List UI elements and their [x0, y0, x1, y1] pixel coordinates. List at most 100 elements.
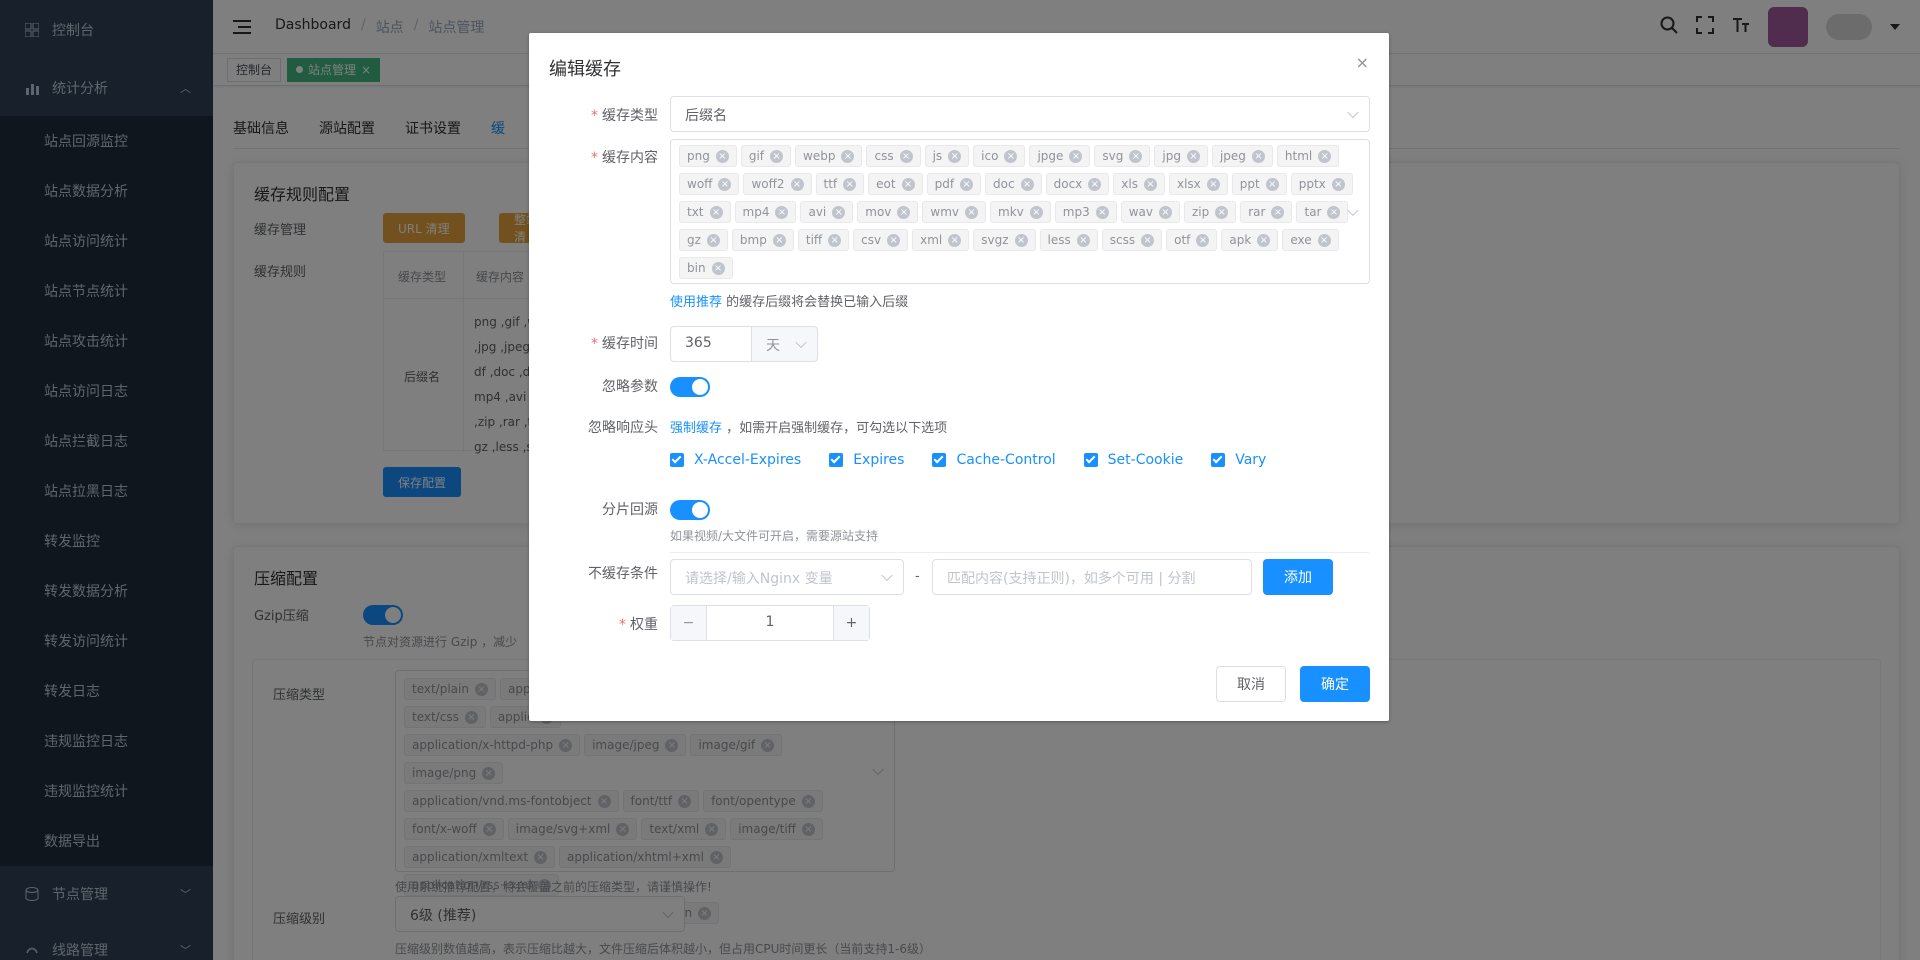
tag-close-icon[interactable]: × — [1029, 205, 1043, 219]
tag-chip: jpg × — [1154, 145, 1208, 167]
tag-label: jpeg — [1219, 149, 1246, 163]
tag-chip: wav × — [1120, 201, 1180, 223]
tag-close-icon[interactable]: × — [1020, 177, 1034, 191]
tag-close-icon[interactable]: × — [775, 205, 789, 219]
tag-close-icon[interactable]: × — [1095, 205, 1109, 219]
tag-label: wav — [1128, 205, 1153, 219]
tag-label: docx — [1053, 177, 1083, 191]
tag-close-icon[interactable]: × — [1265, 177, 1279, 191]
tag-close-icon[interactable]: × — [1186, 149, 1200, 163]
tag-chip: jpeg × — [1211, 145, 1273, 167]
tag-label: txt — [687, 205, 704, 219]
slice-origin-hint: 如果视频/大文件可开启，需要源站支持 — [670, 529, 879, 543]
force-cache-link[interactable]: 强制缓存 — [670, 421, 722, 436]
slice-origin-switch[interactable] — [670, 500, 710, 520]
tag-close-icon[interactable]: × — [718, 177, 732, 191]
tag-label: eot — [876, 177, 896, 191]
tag-chip: less × — [1039, 229, 1098, 251]
tag-close-icon[interactable]: × — [1196, 233, 1210, 247]
cache-time-unit-select[interactable]: 天 — [751, 326, 818, 362]
tag-close-icon[interactable]: × — [1004, 149, 1018, 163]
checkbox-set-cookie[interactable]: Set-Cookie — [1083, 452, 1183, 468]
tag-close-icon[interactable]: × — [960, 177, 974, 191]
tag-label: gif — [748, 149, 765, 163]
tag-close-icon[interactable]: × — [841, 149, 855, 163]
cache-content-select[interactable]: png × gif × webp × css × js × ico × jpge × svg × jpg × jpe… — [670, 139, 1370, 284]
tag-close-icon[interactable]: × — [1318, 149, 1332, 163]
tag-close-icon[interactable]: × — [828, 233, 842, 247]
tag-close-icon[interactable]: × — [965, 205, 979, 219]
tag-chip: bmp × — [731, 229, 794, 251]
tag-close-icon[interactable]: × — [948, 233, 962, 247]
checkbox-x-accel-expires[interactable]: X-Accel-Expires — [670, 452, 801, 468]
tag-close-icon[interactable]: × — [1076, 233, 1090, 247]
cache-time-input[interactable]: 365 — [670, 326, 752, 362]
tag-close-icon[interactable]: × — [1159, 205, 1172, 219]
tag-close-icon[interactable]: × — [948, 149, 962, 163]
tag-close-icon[interactable]: × — [1271, 205, 1285, 219]
tag-label: webp — [803, 149, 836, 163]
decrement-button[interactable]: − — [671, 606, 707, 640]
tag-close-icon[interactable]: × — [1327, 205, 1341, 219]
tag-chip: zip × — [1184, 201, 1237, 223]
confirm-button[interactable]: 确定 — [1300, 666, 1370, 702]
tag-chip: ttf × — [815, 173, 865, 195]
increment-button[interactable]: + — [833, 606, 869, 640]
tag-close-icon[interactable]: × — [709, 205, 723, 219]
cancel-button[interactable]: 取消 — [1216, 666, 1286, 702]
checkbox-vary[interactable]: Vary — [1211, 452, 1266, 468]
tag-label: mp3 — [1062, 205, 1090, 219]
tag-close-icon[interactable]: × — [1141, 233, 1155, 247]
tag-label: doc — [993, 177, 1015, 191]
tag-close-icon[interactable]: × — [790, 177, 804, 191]
ignore-params-switch[interactable] — [670, 377, 710, 397]
weight-input[interactable]: 1 — [707, 614, 833, 630]
tag-close-icon[interactable]: × — [1215, 205, 1229, 219]
checkbox-cache-control[interactable]: Cache-Control — [932, 452, 1056, 468]
tag-label: woff2 — [751, 177, 785, 191]
tag-label: png — [687, 149, 710, 163]
tag-chip: txt × — [679, 201, 731, 223]
tag-chip: mp4 × — [734, 201, 797, 223]
tag-close-icon[interactable]: × — [770, 149, 784, 163]
tag-label: html — [1284, 149, 1313, 163]
tag-close-icon[interactable]: × — [897, 205, 911, 219]
tag-close-icon[interactable]: × — [1251, 149, 1265, 163]
tag-close-icon[interactable]: × — [887, 233, 901, 247]
cache-type-label: * 缓存类型 — [591, 108, 658, 124]
tag-close-icon[interactable]: × — [772, 233, 786, 247]
tag-close-icon[interactable]: × — [711, 261, 725, 275]
match-content-input[interactable]: 匹配内容(支持正则)，如多个可用 | 分割 — [932, 559, 1252, 595]
add-button[interactable]: 添加 — [1263, 559, 1333, 595]
ignore-params-label: 忽略参数 — [602, 379, 658, 395]
tag-close-icon[interactable]: × — [899, 149, 913, 163]
tag-close-icon[interactable]: × — [1069, 149, 1083, 163]
tag-label: pptx — [1298, 177, 1326, 191]
force-cache-line: 强制缓存 ，如需开启强制缓存，可勾选以下选项 — [670, 421, 948, 436]
tag-close-icon[interactable]: × — [1143, 177, 1157, 191]
close-icon[interactable]: × — [1356, 53, 1369, 72]
tag-label: mkv — [998, 205, 1024, 219]
tag-close-icon[interactable]: × — [1257, 233, 1271, 247]
tag-close-icon[interactable]: × — [706, 233, 720, 247]
nginx-variable-select[interactable]: 请选择/输入Nginx 变量 — [670, 559, 904, 595]
tag-close-icon[interactable]: × — [1317, 233, 1331, 247]
tag-close-icon[interactable]: × — [843, 177, 857, 191]
checkbox-expires[interactable]: Expires — [829, 452, 904, 468]
tag-close-icon[interactable]: × — [1331, 177, 1345, 191]
tag-close-icon[interactable]: × — [832, 205, 846, 219]
tag-close-icon[interactable]: × — [1014, 233, 1028, 247]
tag-close-icon[interactable]: × — [1206, 177, 1220, 191]
tag-chip: rar × — [1240, 201, 1293, 223]
checkbox-checked-icon — [1211, 453, 1226, 467]
tag-label: tiff — [805, 233, 823, 247]
tag-close-icon[interactable]: × — [901, 177, 915, 191]
tag-label: ttf — [823, 177, 838, 191]
use-recommend-link[interactable]: 使用推荐 — [670, 295, 722, 310]
tag-close-icon[interactable]: × — [715, 149, 729, 163]
tag-chip: apk × — [1221, 229, 1279, 251]
cache-type-select[interactable]: 后缀名 — [670, 96, 1370, 132]
tag-close-icon[interactable]: × — [1088, 177, 1102, 191]
tag-chip: docx × — [1045, 173, 1110, 195]
tag-close-icon[interactable]: × — [1129, 149, 1143, 163]
